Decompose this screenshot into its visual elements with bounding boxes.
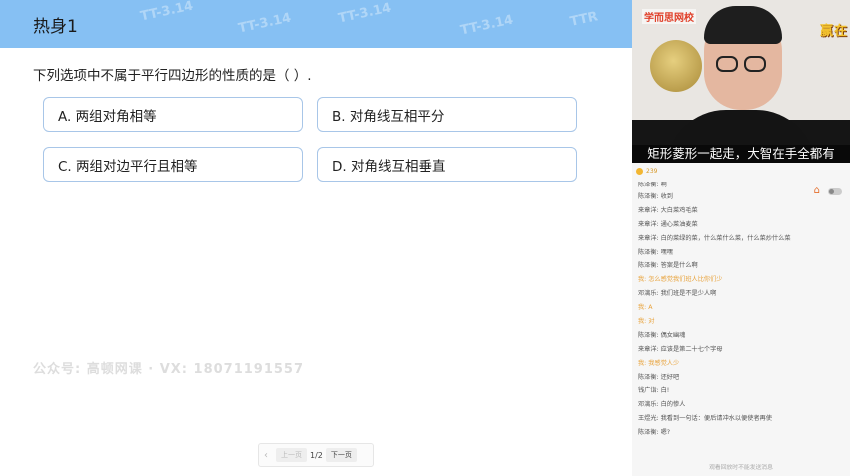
chat-message: 王煜光: 我看到一句话：便后请冲水以便使者再使 bbox=[638, 415, 772, 423]
chat-message: 陈泽衡: 嗯? bbox=[638, 429, 671, 437]
chat-list[interactable]: 陈泽衡: 啊 陈泽衡: 收到 来章洋: 大白菜鸡毛菜 来章洋: 通心菜油麦菜 来… bbox=[638, 182, 828, 440]
lesson-panel: TT-3.14 TT-3.14 TT-3.14 TT-3.14 TTR 热身1 … bbox=[0, 0, 632, 476]
brand-logo: 学而思网校 bbox=[642, 9, 696, 24]
question-text: 下列选项中不属于平行四边形的性质的是（ ）. bbox=[33, 68, 312, 84]
video-caption: 矩形菱形一起走，大智在手全都有 bbox=[632, 145, 850, 163]
header-decoration: TT-3.14 bbox=[237, 10, 293, 37]
watermark-text: 公众号: 高顿网课 · VX: 18071191557 bbox=[33, 362, 305, 377]
chevron-left-icon[interactable]: ‹ bbox=[259, 450, 273, 461]
chat-message: 我: A bbox=[638, 304, 653, 312]
chat-message: 我: 对 bbox=[638, 318, 655, 326]
option-b-label: B. 对角线互相平分 bbox=[332, 108, 445, 125]
online-count: 239 bbox=[636, 168, 657, 175]
chat-message: 陈泽衡: 偶女幽魂 bbox=[638, 331, 686, 339]
chat-message: 陈泽衡: 收到 bbox=[638, 193, 673, 200]
option-c-label: C. 两组对边平行且相等 bbox=[58, 158, 198, 175]
gong-image bbox=[650, 40, 702, 92]
glasses-icon bbox=[716, 56, 772, 72]
video-badge: 赢在 bbox=[819, 24, 848, 39]
chat-message: 来章洋: 白的菜绿的菜，什么菜什么菜，什么菜炒什么菜 bbox=[638, 234, 791, 242]
chat-message: 陈泽衡: 嘿嘿 bbox=[638, 248, 673, 256]
header-decoration: TT-3.14 bbox=[337, 0, 393, 27]
chat-message: 来章洋: 通心菜油麦菜 bbox=[638, 220, 698, 228]
chat-message: 邓漓乐: 白的惨人 bbox=[638, 401, 686, 409]
header-decoration: TT-3.14 bbox=[459, 12, 515, 39]
chat-message: 陈泽衡: 答案是什么啊 bbox=[638, 262, 698, 270]
chat-toggle-switch[interactable] bbox=[828, 187, 842, 195]
header-decoration: TT-3.14 bbox=[139, 0, 195, 25]
prev-page-button[interactable]: 上一页 bbox=[276, 448, 307, 462]
online-count-value: 239 bbox=[646, 168, 658, 175]
chat-message: 钱广诣: 白! bbox=[638, 387, 670, 395]
option-d-label: D. 对角线互相垂直 bbox=[332, 158, 446, 175]
option-a-label: A. 两组对角相等 bbox=[58, 108, 157, 125]
chat-message: 来章洋: 大白菜鸡毛菜 bbox=[638, 206, 698, 214]
option-d-button[interactable]: D. 对角线互相垂直 bbox=[317, 147, 577, 182]
coin-icon bbox=[636, 168, 643, 175]
lesson-title: 热身1 bbox=[33, 17, 78, 37]
chat-message: 我: 怎么感觉我们班人比你们少 bbox=[638, 276, 723, 284]
option-c-button[interactable]: C. 两组对边平行且相等 bbox=[43, 147, 303, 182]
option-a-button[interactable]: A. 两组对角相等 bbox=[43, 97, 303, 132]
lesson-header: TT-3.14 TT-3.14 TT-3.14 TT-3.14 TTR 热身1 bbox=[0, 0, 632, 48]
header-decoration: TTR bbox=[568, 9, 600, 30]
chat-footer-notice: 观看回放时不能发送消息 bbox=[709, 465, 773, 471]
next-page-button[interactable]: 下一页 bbox=[325, 448, 357, 462]
teacher-video: 学而思网校 赢在 矩形菱形一起走，大智在手全都有 bbox=[632, 0, 850, 163]
chat-message: 陈泽衡: 还好吧 bbox=[638, 373, 680, 381]
option-b-button[interactable]: B. 对角线互相平分 bbox=[317, 97, 577, 132]
chat-message: 来章洋: 应该是第二十七个字母 bbox=[638, 345, 723, 353]
chat-message: 陈泽衡: 啊 bbox=[638, 182, 667, 188]
pager: ‹ 上一页 1/2 下一页 bbox=[258, 443, 374, 467]
page-indicator: 1/2 bbox=[310, 450, 323, 460]
chat-message: 我: 我感觉人少 bbox=[638, 359, 680, 367]
chat-message: 邓漓乐: 我们班是不是少人啊 bbox=[638, 290, 717, 298]
side-panel: 学而思网校 赢在 矩形菱形一起走，大智在手全都有 239 ⌂ 陈泽衡: 啊 陈泽… bbox=[632, 0, 850, 476]
